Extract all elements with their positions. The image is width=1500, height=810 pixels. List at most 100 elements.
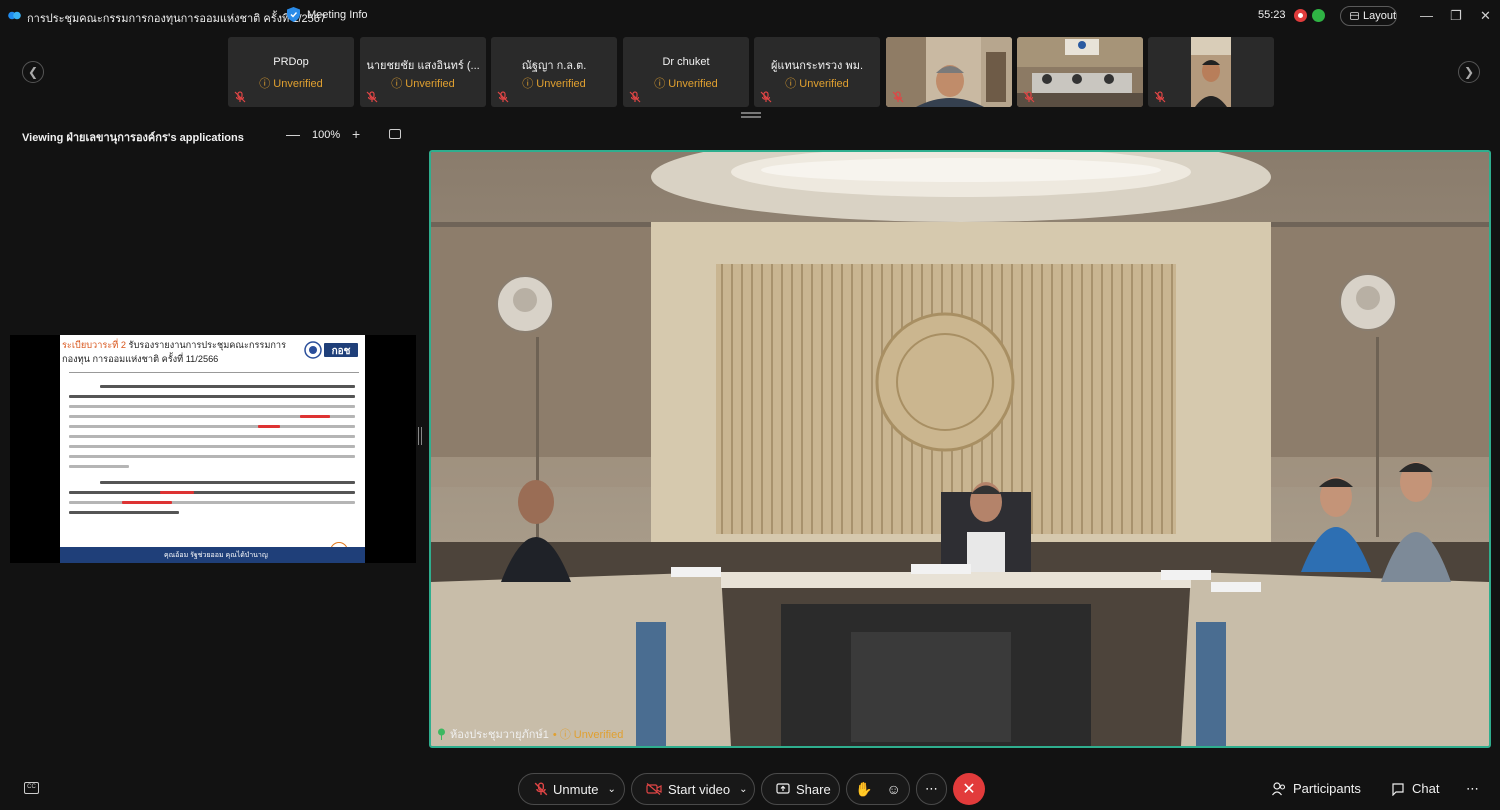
participant-name: PRDop <box>273 56 309 68</box>
text-line <box>258 425 280 428</box>
raise-hand-icon[interactable]: ✋ <box>855 781 872 798</box>
emoji-reaction-icon[interactable]: ☺ <box>886 781 900 797</box>
unverified-badge: ⓘ Unverified <box>522 78 586 90</box>
shared-content: ระเบียบวาระที่ 2 รับรองรายงานการประชุมคณ… <box>10 335 416 563</box>
strip-next-button[interactable]: ❯ <box>1458 61 1480 83</box>
text-line <box>122 501 172 504</box>
meeting-timer: 55:23 <box>1258 9 1286 21</box>
text-line <box>69 395 355 398</box>
unmute-label: Unmute <box>553 781 599 797</box>
muted-mic-icon <box>366 91 378 103</box>
video-off-icon <box>646 783 662 795</box>
participant-video <box>886 37 1012 107</box>
recording-icon <box>1294 9 1307 22</box>
unverified-badge: ⓘ Unverified <box>259 78 323 90</box>
muted-mic-icon <box>629 91 641 103</box>
meeting-info-button[interactable]: Meeting Info <box>287 7 368 22</box>
title-bar: การประชุมคณะกรรมการกองทุนการออมแห่งชาติ … <box>0 0 1500 32</box>
closed-captions-button[interactable]: CC <box>24 782 39 794</box>
text-line <box>69 435 355 438</box>
participant-name: ณัฐญา ก.ล.ต. <box>521 60 587 72</box>
more-options-button[interactable]: ⋯ <box>916 773 947 805</box>
layout-button[interactable]: Layout <box>1340 6 1397 26</box>
leave-meeting-button[interactable]: ✕ <box>953 773 985 805</box>
start-video-label: Start video <box>668 781 731 797</box>
muted-mic-icon <box>534 782 548 796</box>
share-label: Share <box>796 781 831 797</box>
muted-mic-icon <box>1154 91 1166 103</box>
panel-splitter[interactable] <box>418 427 422 445</box>
meeting-title: การประชุมคณะกรรมการกองทุนการออมแห่งชาติ … <box>27 13 326 25</box>
text-line <box>160 491 194 494</box>
active-speaker-video[interactable]: ห้องประชุมวายุภักษ์1 • ⓘ Unverified <box>429 150 1491 748</box>
slide-footer: คุณอ้อม รัฐช่วยออม คุณได้บำนาญ <box>60 547 365 563</box>
slide-heading: ระเบียบวาระที่ 2 รับรองรายงานการประชุมคณ… <box>62 340 287 364</box>
layout-label: Layout <box>1362 10 1396 22</box>
pin-icon <box>438 728 445 740</box>
text-line <box>69 455 355 458</box>
participant-name: Dr chuket <box>662 56 710 68</box>
reactions-group[interactable]: ✋ ☺ <box>846 773 910 805</box>
share-button[interactable]: Share <box>761 773 840 805</box>
more-panels-button[interactable]: ⋯ <box>1466 781 1479 797</box>
layout-icon <box>1350 12 1359 20</box>
zoom-out-button[interactable]: — <box>286 126 300 142</box>
network-status-icon <box>1312 9 1325 22</box>
text-line <box>69 425 355 428</box>
more-icon: ⋯ <box>925 781 938 796</box>
text-line <box>69 405 355 408</box>
participant-tile[interactable]: PRDop ⓘ Unverified <box>228 37 354 107</box>
text-line <box>300 415 330 418</box>
strip-prev-button[interactable]: ❮ <box>22 61 44 83</box>
svg-text:กอช: กอช <box>332 346 351 357</box>
participant-name: ผู้แทนกระทรวง พม. <box>770 60 864 72</box>
muted-mic-icon <box>760 91 772 103</box>
meeting-room-video <box>431 152 1489 746</box>
text-line <box>100 385 355 388</box>
participant-video <box>1017 37 1143 107</box>
strip-resize-handle[interactable] <box>741 112 761 118</box>
minimize-icon[interactable]: — <box>1420 8 1433 23</box>
participant-video-tile[interactable] <box>1148 37 1274 107</box>
chevron-down-icon[interactable]: ⌄ <box>739 784 747 795</box>
participant-video <box>1191 37 1231 107</box>
chat-label: Chat <box>1412 781 1440 796</box>
chevron-down-icon[interactable]: ⌄ <box>608 784 616 795</box>
viewing-label: Viewing ฝ่ายเลขานุการองค์กร's applicatio… <box>22 132 244 144</box>
video-participant-name: ห้องประชุมวายุภักษ์1 <box>450 729 549 741</box>
participant-tile[interactable]: Dr chuket ⓘ Unverified <box>623 37 749 107</box>
muted-mic-icon <box>234 91 246 103</box>
slide: ระเบียบวาระที่ 2 รับรองรายงานการประชุมคณ… <box>60 335 365 563</box>
unverified-badge: ⓘ Unverified <box>654 78 718 90</box>
zoom-level[interactable]: 100% <box>312 129 340 141</box>
unmute-button[interactable]: Unmute ⌄ <box>518 773 625 805</box>
unverified-badge: ⓘ Unverified <box>391 78 455 90</box>
participant-name: นายชยชัย แสงอินทร์ (... <box>366 60 480 72</box>
webex-logo-icon <box>8 11 21 20</box>
close-icon[interactable]: ✕ <box>1480 8 1491 24</box>
text-line <box>100 481 355 484</box>
video-name-label: ห้องประชุมวายุภักษ์1 • ⓘ Unverified <box>437 725 623 743</box>
participants-icon <box>1272 781 1286 795</box>
meeting-info-label: Meeting Info <box>307 8 368 21</box>
share-screen-icon <box>776 783 790 794</box>
more-icon: ⋯ <box>1466 781 1479 796</box>
text-line <box>69 511 179 514</box>
participant-video-tile[interactable] <box>886 37 1012 107</box>
share-options-icon[interactable] <box>389 129 401 139</box>
unverified-badge: ⓘ Unverified <box>785 78 849 90</box>
participant-video-tile[interactable] <box>1017 37 1143 107</box>
chat-icon <box>1392 782 1404 796</box>
zoom-in-button[interactable]: + <box>352 126 360 142</box>
text-line <box>69 465 129 468</box>
chat-button[interactable]: Chat <box>1391 781 1439 796</box>
shield-icon <box>287 7 300 22</box>
muted-mic-icon <box>497 91 509 103</box>
text-line <box>69 491 355 494</box>
restore-icon[interactable]: ❐ <box>1450 8 1462 24</box>
participant-tile[interactable]: ณัฐญา ก.ล.ต. ⓘ Unverified <box>491 37 617 107</box>
participant-tile[interactable]: นายชยชัย แสงอินทร์ (... ⓘ Unverified <box>360 37 486 107</box>
start-video-button[interactable]: Start video ⌄ <box>631 773 755 805</box>
participant-tile[interactable]: ผู้แทนกระทรวง พม. ⓘ Unverified <box>754 37 880 107</box>
participants-button[interactable]: Participants <box>1272 781 1361 796</box>
